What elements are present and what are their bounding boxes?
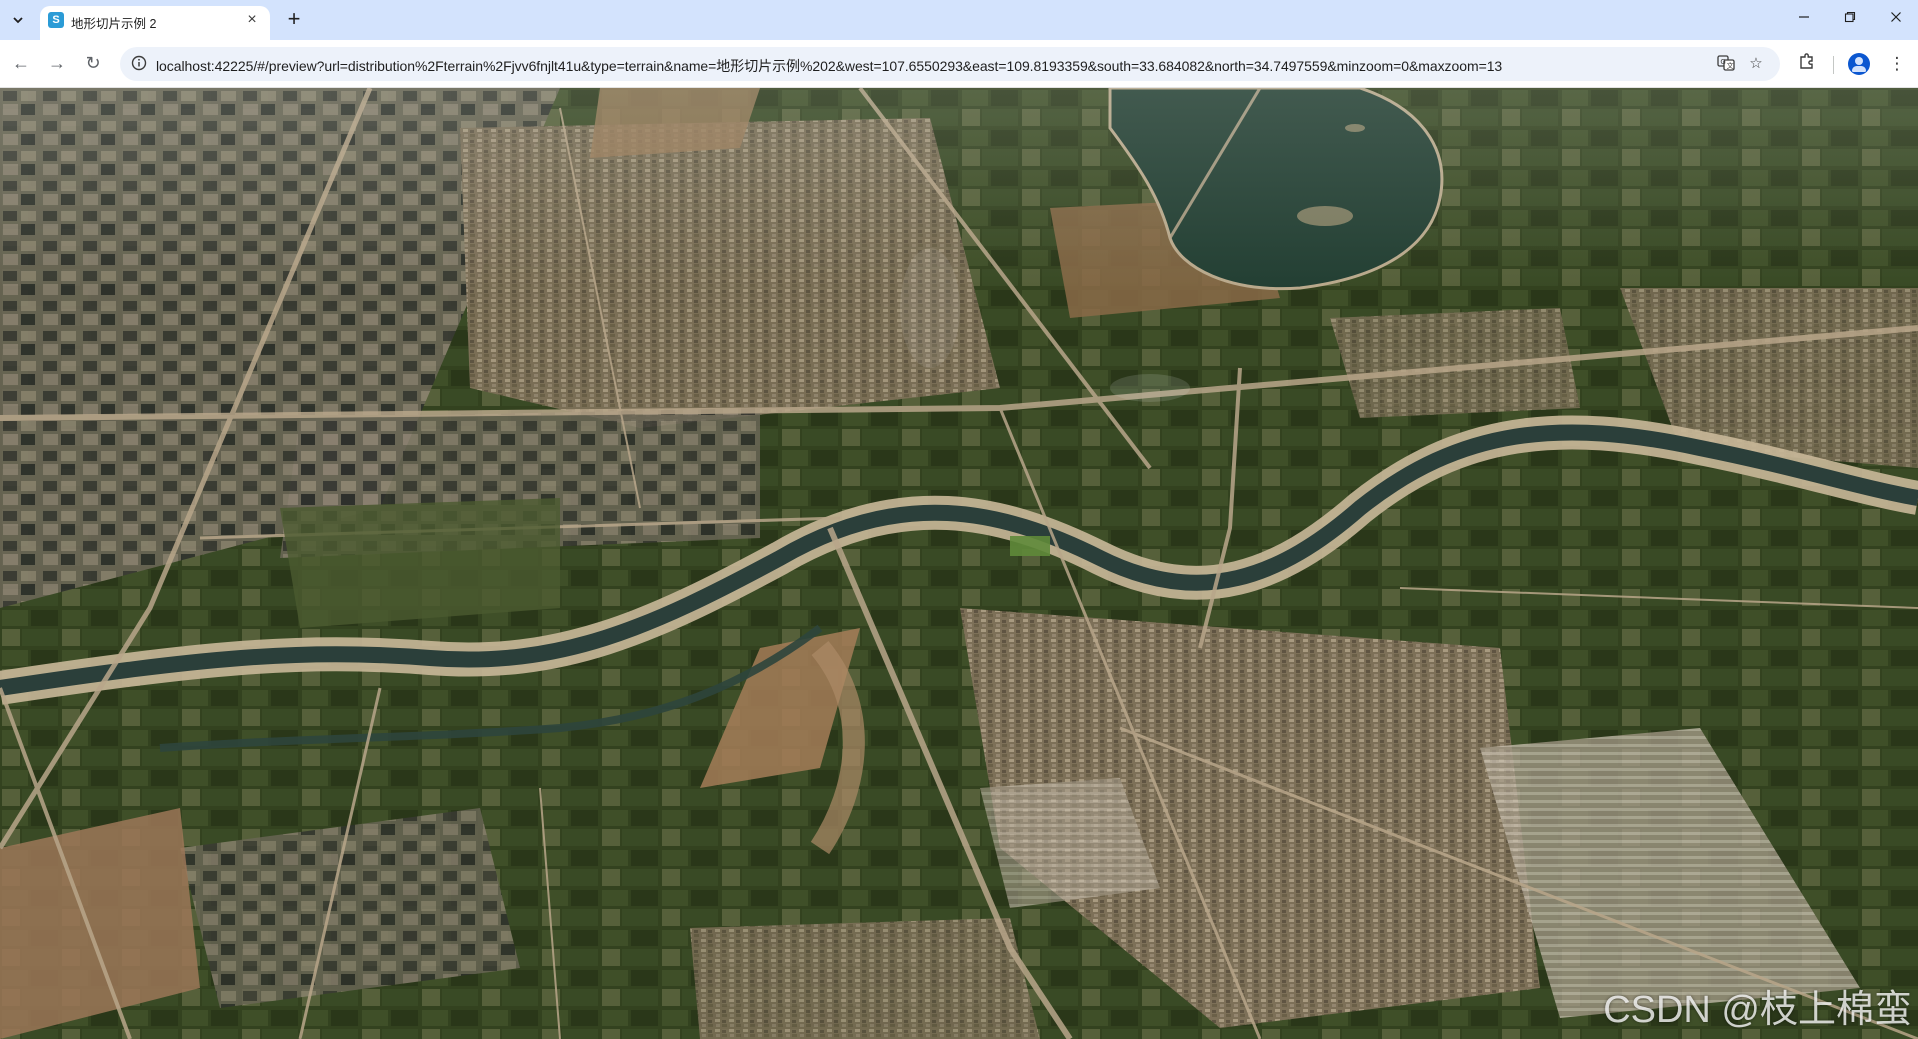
translate-icon[interactable]: G文 [1716,54,1736,74]
tab-title: 地形切片示例 2 [71,17,157,31]
extensions-icon[interactable] [1795,52,1819,76]
restore-icon[interactable] [1830,6,1870,32]
forward-icon[interactable]: → [44,50,70,76]
plus-icon[interactable]: + [282,8,306,32]
browser-toolbar: ← → ↻ localhost:42225/#/preview?url=dist… [0,40,1918,88]
bookmark-star-icon[interactable]: ☆ [1746,54,1766,74]
browser-tab[interactable]: S 地形切片示例 2 × [40,6,270,40]
close-icon[interactable]: × [242,10,262,30]
svg-text:文: 文 [1727,61,1734,70]
more-menu-icon[interactable]: ⋮ [1885,52,1909,76]
window-close-icon[interactable] [1876,6,1916,32]
browser-window: S 地形切片示例 2 × + ← → ↻ localhost:42225/#/p… [0,0,1918,1039]
app-logo-icon: S [48,12,64,28]
reload-icon[interactable]: ↻ [80,50,106,76]
profile-avatar-icon[interactable] [1848,53,1870,75]
svg-text:G: G [1720,58,1725,66]
chevron-down-icon[interactable] [6,8,30,32]
terrain-map-viewport[interactable]: CSDN @枝上棉蛮 [0,88,1918,1039]
tab-strip: S 地形切片示例 2 × + [0,0,1918,40]
satellite-terrain-imagery [0,88,1918,1039]
info-icon[interactable] [130,55,148,73]
toolbar-divider [1833,56,1834,74]
url-text[interactable]: localhost:42225/#/preview?url=distributi… [156,56,1502,76]
address-bar[interactable]: localhost:42225/#/preview?url=distributi… [120,47,1780,81]
back-icon[interactable]: ← [8,50,34,76]
watermark-text: CSDN @枝上棉蛮 [1603,989,1912,1031]
minimize-icon[interactable] [1784,6,1824,32]
